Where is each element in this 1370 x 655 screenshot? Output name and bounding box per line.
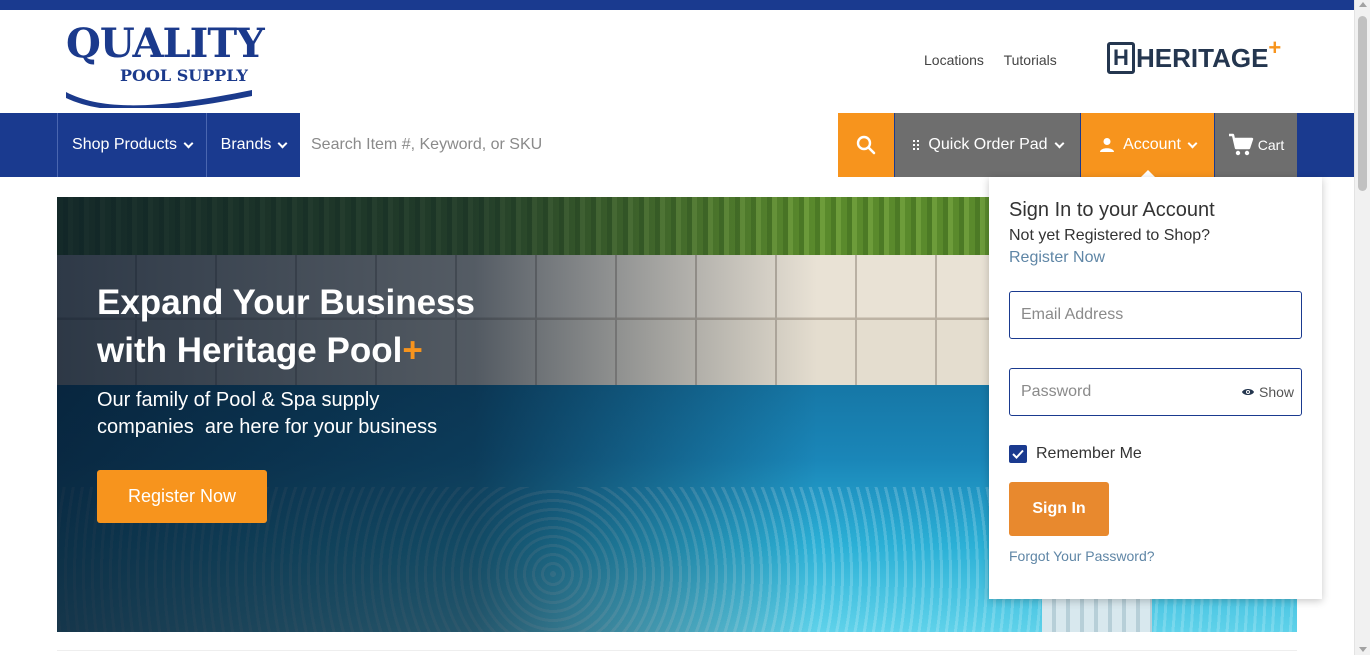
quality-pool-supply-logo[interactable]: QUALITY POOL SUPPLY — [64, 20, 265, 108]
search-icon — [856, 135, 876, 155]
header-links: Locations Tutorials — [924, 52, 1073, 68]
hero-title: Expand Your Business with Heritage Pool+ — [97, 279, 557, 375]
quick-order-label: Quick Order Pad — [928, 136, 1048, 153]
site-header: QUALITY POOL SUPPLY Locations Tutorials … — [0, 10, 1354, 112]
account-menu[interactable]: Account — [1081, 113, 1214, 177]
hero-title-line2: with Heritage Pool — [97, 331, 403, 370]
section-divider — [57, 650, 1297, 651]
forgot-password-link[interactable]: Forgot Your Password? — [1009, 548, 1155, 564]
keypad-icon — [913, 140, 920, 150]
show-password-toggle[interactable]: Show — [1241, 384, 1294, 400]
hero-subtitle-line2: companies are here for your business — [97, 416, 438, 438]
hero-pool-ladder — [1042, 597, 1152, 632]
brands-menu[interactable]: Brands — [207, 113, 300, 177]
account-label: Account — [1123, 136, 1181, 153]
quick-order-pad-menu[interactable]: Quick Order Pad — [895, 113, 1080, 177]
register-now-link[interactable]: Register Now — [1009, 249, 1105, 267]
chevron-down-icon — [183, 138, 194, 148]
hero-subtitle: Our family of Pool & Spa supply companie… — [97, 387, 517, 441]
user-icon — [1100, 138, 1115, 152]
tutorials-link[interactable]: Tutorials — [1004, 52, 1057, 68]
email-field[interactable] — [1009, 291, 1302, 339]
cart-label: Cart — [1257, 137, 1285, 153]
locations-link[interactable]: Locations — [924, 52, 984, 68]
brands-label: Brands — [220, 136, 272, 153]
eye-icon — [1242, 389, 1254, 395]
heritage-logo-text: HERITAGE — [1136, 42, 1269, 73]
signin-button[interactable]: Sign In — [1009, 482, 1109, 536]
scroll-up-arrow-icon[interactable] — [1359, 2, 1367, 7]
signin-dropdown: Sign In to your Account Not yet Register… — [989, 177, 1322, 599]
top-accent-bar — [0, 0, 1354, 10]
hero-register-button[interactable]: Register Now — [97, 470, 267, 523]
not-registered-text: Not yet Registered to Shop? — [1009, 227, 1211, 244]
heritage-logo[interactable]: H HERITAGE + — [1107, 35, 1281, 76]
hero-subtitle-line1: Our family of Pool & Spa supply — [97, 389, 380, 411]
remember-me-label: Remember Me — [1036, 445, 1142, 462]
logo-wave-icon — [66, 90, 252, 108]
heritage-mark-letter: H — [1113, 45, 1129, 70]
show-label: Show — [1259, 384, 1295, 400]
remember-me-checkbox[interactable] — [1009, 445, 1027, 463]
shop-products-label: Shop Products — [72, 136, 177, 153]
cart-icon — [1228, 133, 1253, 156]
search-input[interactable] — [300, 113, 838, 177]
search-button[interactable] — [838, 113, 894, 177]
scroll-down-arrow-icon[interactable] — [1359, 647, 1367, 652]
heritage-plus-icon: + — [1268, 35, 1282, 60]
page-scrollbar[interactable] — [1354, 0, 1370, 655]
checkmark-icon — [1012, 449, 1024, 459]
hero-plus-icon: + — [402, 331, 423, 370]
shop-products-menu[interactable]: Shop Products — [57, 113, 207, 177]
chevron-down-icon — [1054, 138, 1065, 148]
logo-main-text: QUALITY — [66, 20, 265, 67]
chevron-down-icon — [277, 138, 288, 148]
scroll-thumb[interactable] — [1358, 16, 1367, 191]
cart-button[interactable]: Cart — [1215, 113, 1297, 177]
main-nav: Shop Products Brands Quick Order Pad Acc… — [0, 113, 1354, 177]
heritage-mark-icon: H — [1107, 42, 1135, 74]
hero-title-line1: Expand Your Business — [97, 283, 475, 322]
chevron-down-icon — [1187, 138, 1198, 148]
signin-title: Sign In to your Account — [1009, 199, 1215, 221]
